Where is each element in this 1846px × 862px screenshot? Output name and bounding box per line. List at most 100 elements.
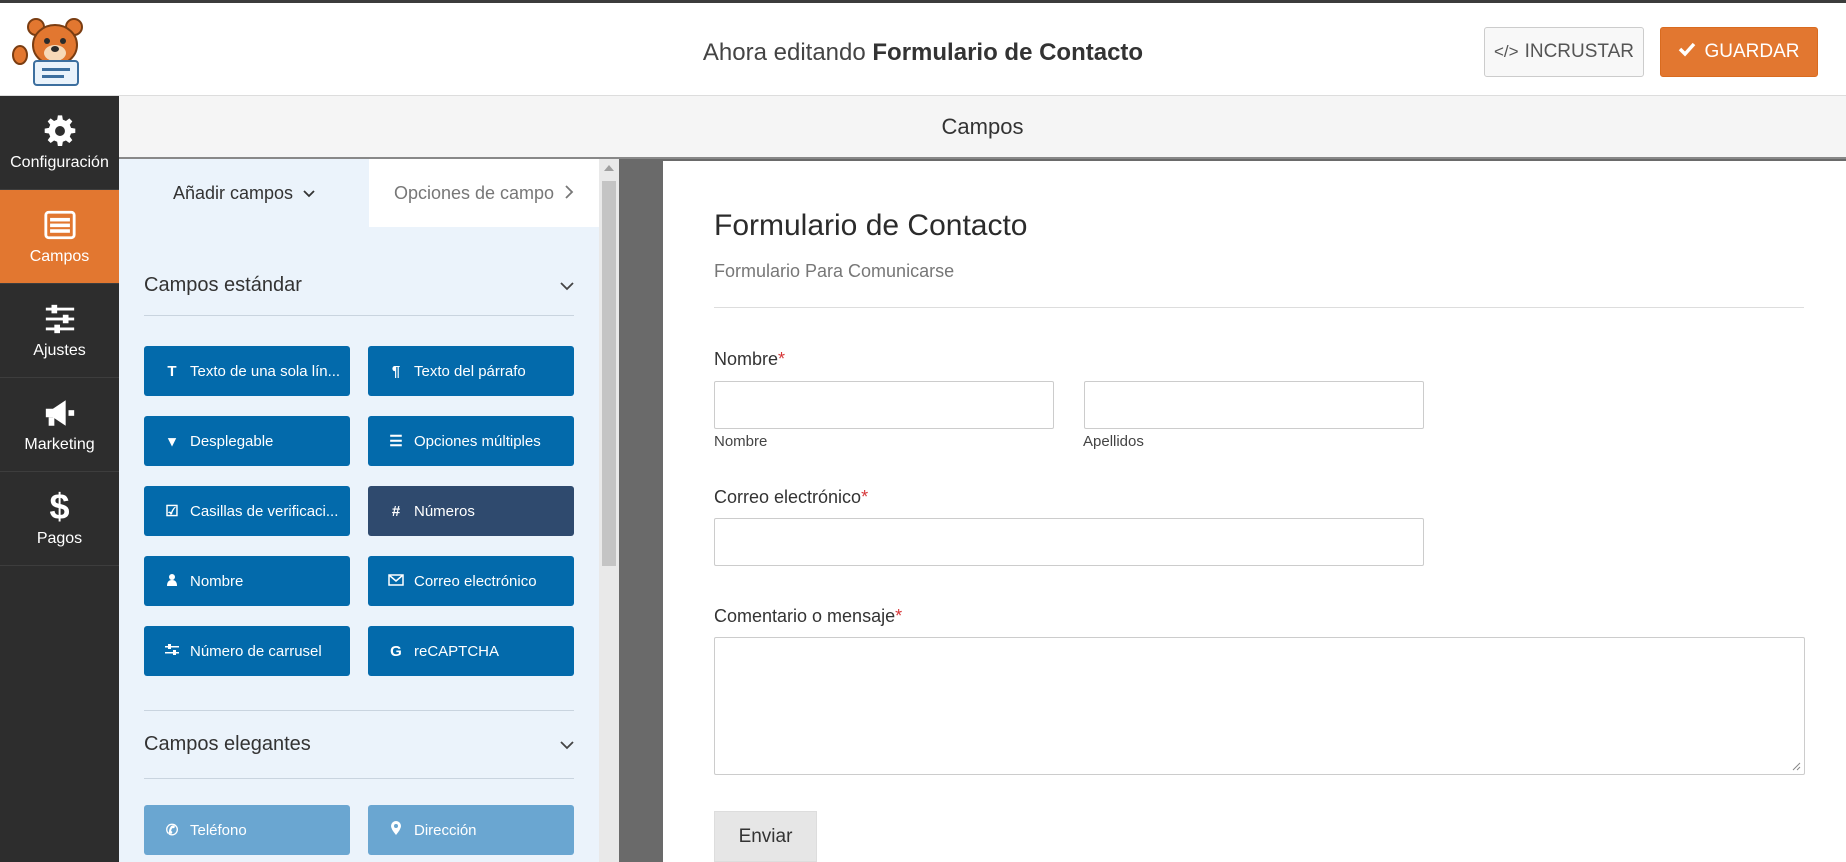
- form-preview: Formulario de Contacto Formulario Para C…: [663, 161, 1846, 862]
- scrollbar-thumb[interactable]: [602, 181, 616, 566]
- field-button-single-line-text[interactable]: T Texto de una sola lín...: [144, 346, 350, 396]
- field-button-label: Número de carrusel: [190, 642, 322, 660]
- first-name-sublabel: Nombre: [714, 433, 768, 450]
- sidebar-item-campos[interactable]: Campos: [0, 190, 119, 284]
- sidebar-item-label: Ajustes: [33, 341, 86, 359]
- field-button-numbers[interactable]: # Números: [368, 486, 574, 536]
- group-heading: Campos elegantes: [144, 733, 311, 755]
- gear-icon: [44, 114, 75, 146]
- save-button[interactable]: GUARDAR: [1660, 27, 1818, 77]
- field-button-paragraph-text[interactable]: ¶ Texto del párrafo: [368, 346, 574, 396]
- paragraph-icon: ¶: [391, 362, 401, 380]
- last-name-sublabel: Apellidos: [1083, 433, 1144, 450]
- resize-handle-icon[interactable]: [1791, 761, 1801, 771]
- standard-fields-group-header[interactable]: Campos estándar: [144, 256, 574, 316]
- title-form-name: Formulario de Contacto: [872, 39, 1144, 66]
- form-title[interactable]: Formulario de Contacto: [714, 209, 1027, 243]
- chevron-right-icon: [564, 183, 574, 204]
- dollar-icon: $: [49, 485, 70, 527]
- field-button-label: Texto de una sola lín...: [190, 362, 341, 380]
- panel-scrollbar[interactable]: [599, 159, 619, 862]
- envelope-icon: [388, 573, 404, 590]
- dropdown-icon: ▾: [168, 433, 176, 450]
- label-text: Comentario o mensaje: [714, 606, 896, 626]
- section-header: Campos: [119, 96, 1846, 159]
- sidebar-item-configuracion[interactable]: Configuración: [0, 96, 119, 190]
- fancy-fields-group-header[interactable]: Campos elegantes: [144, 710, 574, 779]
- field-button-label: Teléfono: [190, 821, 247, 839]
- field-button-label: Opciones múltiples: [414, 432, 541, 450]
- text-icon: T: [167, 362, 177, 380]
- field-button-checkboxes[interactable]: ☑ Casillas de verificaci...: [144, 486, 350, 536]
- comment-textarea[interactable]: [714, 637, 1805, 775]
- sliders-icon: [164, 643, 180, 660]
- field-button-label: Desplegable: [190, 432, 274, 450]
- checkbox-icon: ☑: [165, 503, 179, 520]
- submit-button[interactable]: Enviar: [714, 811, 817, 862]
- top-bar: Ahora editando Formulario de Contacto </…: [0, 0, 1846, 96]
- sidebar-nav: Configuración Campos Ajustes Marketing $…: [0, 96, 119, 862]
- chevron-down-icon: [560, 733, 574, 756]
- first-name-input[interactable]: [714, 381, 1054, 429]
- embed-button[interactable]: </> INCRUSTAR: [1484, 27, 1644, 77]
- field-button-number-slider[interactable]: Número de carrusel: [144, 626, 350, 676]
- chevron-down-icon: [303, 183, 315, 204]
- tab-label: Añadir campos: [172, 182, 294, 203]
- scroll-up-arrow-icon[interactable]: [604, 165, 614, 171]
- field-button-phone[interactable]: ✆ Teléfono: [144, 805, 350, 855]
- checkmark-icon: [1678, 41, 1696, 63]
- last-name-input[interactable]: [1084, 381, 1424, 429]
- sidebar-item-pagos[interactable]: $ Pagos: [0, 472, 119, 566]
- title-prefix: Ahora editando: [702, 39, 866, 66]
- embed-button-label: INCRUSTAR: [1524, 41, 1635, 62]
- hash-icon: #: [391, 502, 401, 520]
- email-field-label[interactable]: Correo electrónico*: [714, 487, 868, 508]
- section-title: Campos: [941, 113, 1024, 139]
- tab-label: Opciones de campo: [393, 182, 555, 203]
- required-mark: *: [895, 606, 903, 626]
- sidebar-item-label: Campos: [29, 247, 90, 265]
- fields-icon: [43, 210, 76, 239]
- field-button-label: reCAPTCHA: [414, 642, 500, 660]
- name-field-label[interactable]: Nombre*: [714, 349, 785, 370]
- google-icon: G: [390, 642, 402, 660]
- label-text: Nombre: [714, 349, 779, 369]
- fields-panel: Añadir campos Opciones de campo Campos e…: [119, 159, 599, 862]
- field-button-address[interactable]: Dirección: [368, 805, 574, 855]
- field-button-label: Dirección: [414, 821, 477, 839]
- field-button-label: Correo electrónico: [414, 572, 537, 590]
- field-button-multiple-choice[interactable]: ☰ Opciones múltiples: [368, 416, 574, 466]
- field-button-label: Números: [414, 502, 475, 520]
- form-description[interactable]: Formulario Para Comunicarse: [714, 261, 954, 282]
- save-button-label: GUARDAR: [1704, 41, 1800, 62]
- map-marker-icon: [388, 821, 404, 839]
- form-divider: [714, 307, 1804, 308]
- field-button-label: Casillas de verificaci...: [190, 502, 339, 520]
- required-mark: *: [861, 487, 869, 507]
- megaphone-icon: [45, 399, 74, 426]
- sidebar-item-marketing[interactable]: Marketing: [0, 378, 119, 472]
- sidebar-item-label: Pagos: [36, 529, 83, 547]
- list-icon: ☰: [389, 433, 403, 450]
- comment-field-label[interactable]: Comentario o mensaje*: [714, 606, 902, 627]
- sidebar-item-ajustes[interactable]: Ajustes: [0, 284, 119, 378]
- field-button-name[interactable]: Nombre: [144, 556, 350, 606]
- field-button-label: Nombre: [190, 572, 244, 590]
- phone-icon: ✆: [165, 822, 179, 839]
- required-mark: *: [778, 349, 786, 369]
- tab-field-options[interactable]: Opciones de campo: [369, 159, 599, 227]
- panel-tabs: Añadir campos Opciones de campo: [119, 159, 599, 227]
- sliders-icon: [45, 304, 74, 333]
- field-button-email[interactable]: Correo electrónico: [368, 556, 574, 606]
- submit-button-label: Enviar: [738, 825, 793, 847]
- group-heading: Campos estándar: [144, 274, 302, 296]
- tab-add-fields[interactable]: Añadir campos: [119, 159, 369, 227]
- email-input[interactable]: [714, 518, 1424, 566]
- chevron-down-icon: [560, 274, 574, 297]
- user-icon: [164, 573, 180, 590]
- field-button-dropdown[interactable]: ▾ Desplegable: [144, 416, 350, 466]
- code-icon: </>: [1493, 42, 1519, 61]
- label-text: Correo electrónico: [714, 487, 862, 507]
- sidebar-item-label: Marketing: [24, 435, 95, 453]
- field-button-recaptcha[interactable]: G reCAPTCHA: [368, 626, 574, 676]
